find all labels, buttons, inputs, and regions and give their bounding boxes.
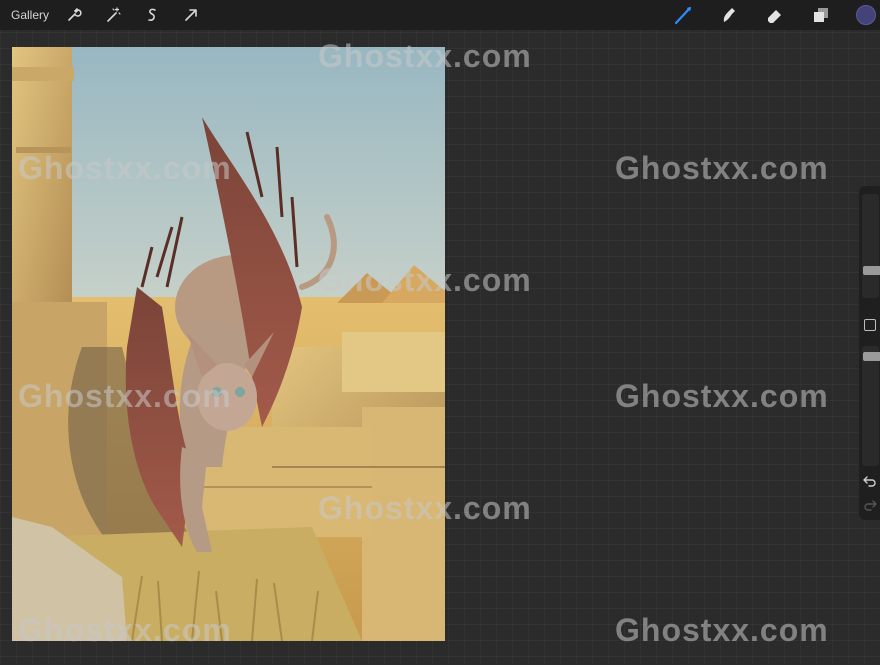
eraser-button[interactable] — [762, 2, 788, 28]
artwork-illustration — [12, 47, 445, 641]
undo-icon[interactable] — [863, 474, 877, 488]
artwork-canvas[interactable] — [12, 47, 445, 641]
opacity-handle[interactable] — [863, 352, 880, 361]
wrench-icon — [68, 8, 82, 21]
brush-button[interactable] — [670, 2, 696, 28]
smudge-button[interactable] — [716, 2, 742, 28]
brush-size-slider[interactable] — [862, 194, 880, 298]
selection-icon — [148, 8, 156, 21]
watermark-text: Ghostxx.com — [615, 378, 829, 414]
color-picker-button[interactable] — [856, 5, 876, 25]
gallery-button[interactable]: Gallery — [11, 8, 49, 22]
layers-icon — [814, 8, 828, 22]
modify-button[interactable] — [864, 319, 876, 331]
right-toolset — [650, 0, 880, 30]
brush-icon — [674, 6, 692, 25]
brush-size-handle[interactable] — [863, 266, 880, 275]
watermark-text: Ghostxx.com — [615, 150, 829, 186]
top-toolbar: Gallery — [0, 0, 880, 30]
transform-arrow-icon — [185, 9, 197, 21]
transform-button[interactable] — [178, 2, 204, 28]
brush-sidebar — [859, 186, 880, 520]
watermark-text: Ghostxx.com — [615, 612, 829, 648]
selection-button[interactable] — [139, 2, 165, 28]
eraser-icon — [768, 10, 781, 23]
adjustments-button[interactable] — [100, 2, 126, 28]
layers-button[interactable] — [808, 2, 834, 28]
smudge-icon — [723, 8, 735, 22]
opacity-slider[interactable] — [862, 346, 880, 466]
actions-button[interactable] — [61, 2, 87, 28]
redo-icon[interactable] — [863, 498, 877, 512]
magic-wand-icon — [107, 7, 121, 22]
